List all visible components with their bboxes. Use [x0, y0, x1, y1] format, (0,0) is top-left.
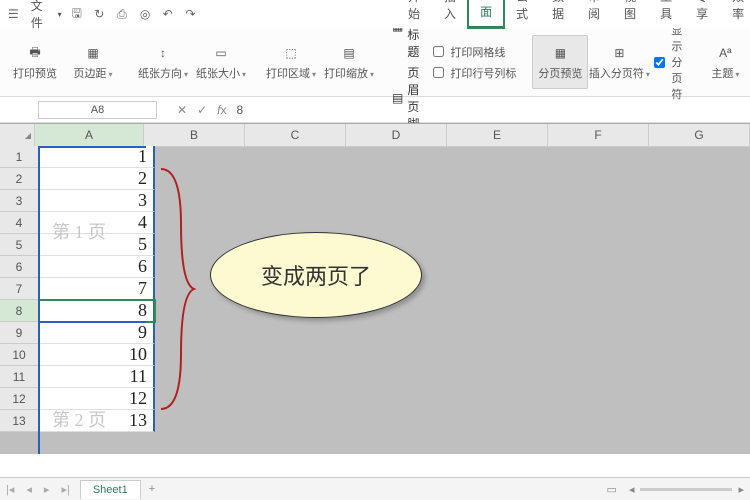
cell-A12[interactable]: 12 — [39, 388, 155, 410]
col-header-A[interactable]: A — [35, 124, 144, 147]
tab-5[interactable]: 审阅 — [576, 0, 612, 28]
row-header[interactable]: 2 — [0, 168, 39, 190]
cell-A11[interactable]: 11 — [39, 366, 155, 388]
chk-show-page-break[interactable]: 显示分页符 — [650, 22, 682, 102]
undo-icon[interactable]: ↶ — [163, 7, 176, 21]
file-menu[interactable]: 文件▾ — [31, 0, 62, 31]
menu-icon[interactable]: ☰ — [8, 7, 21, 21]
col-header-D[interactable]: D — [346, 124, 447, 147]
row-header[interactable]: 12 — [0, 388, 39, 410]
tab-0[interactable]: 开始 — [396, 0, 432, 28]
sheet-nav-first-icon[interactable]: |◂ — [0, 483, 20, 496]
fx-icon[interactable]: fx — [217, 103, 226, 117]
header-footer-button[interactable]: 页眉页脚 — [407, 64, 419, 132]
title-bar: ☰ 文件▾ 🖫 ↻ ⎙ ◎ ↶ ↷ — [0, 0, 206, 28]
row-header[interactable]: 8 — [0, 300, 39, 322]
print-icon[interactable]: ⎙ — [117, 7, 130, 21]
preview-icon[interactable]: ◎ — [140, 7, 153, 21]
tab-2[interactable]: 页面 — [468, 0, 504, 28]
row-header[interactable]: 13 — [0, 410, 39, 432]
ribbon: 🖶打印预览 ▦页边距 ↕纸张方向 ▭纸张大小 ⬚打印区域 ▤打印缩放 ▦打印标题… — [0, 28, 750, 97]
name-box[interactable]: A8 — [38, 101, 157, 119]
col-header-E[interactable]: E — [447, 124, 548, 147]
insert-page-break-button[interactable]: ⊞插入分页符 — [592, 36, 646, 88]
select-all-corner[interactable] — [0, 124, 35, 147]
margins-button[interactable]: ▦页边距 — [66, 36, 120, 88]
row-header[interactable]: 4 — [0, 212, 39, 234]
refresh-icon[interactable]: ↻ — [94, 7, 107, 21]
cell-A5[interactable]: 5 — [39, 234, 155, 256]
row-header[interactable]: 5 — [0, 234, 39, 256]
sheet-nav-prev-icon[interactable]: ◂ — [20, 483, 38, 496]
cell-A2[interactable]: 2 — [39, 168, 155, 190]
scroll-left-icon[interactable]: ◂ — [623, 483, 641, 496]
scroll-right-icon[interactable]: ▸ — [732, 483, 750, 496]
header-footer-icon[interactable]: ▤ — [392, 91, 403, 105]
col-header-F[interactable]: F — [548, 124, 649, 147]
print-area-button[interactable]: ⬚打印区域 — [264, 36, 318, 88]
sheet-nav-last-icon[interactable]: ▸| — [55, 483, 75, 496]
tab-1[interactable]: 插入 — [432, 0, 468, 28]
view-list-icon[interactable]: ▭ — [601, 483, 623, 496]
cell-A4[interactable]: 4 — [39, 212, 155, 234]
tab-6[interactable]: 视图 — [612, 0, 648, 28]
tab-8[interactable]: 会员专享 — [684, 0, 720, 28]
enter-icon[interactable]: ✓ — [197, 103, 207, 117]
cell-A9[interactable]: 9 — [39, 322, 155, 344]
sheet-bar: |◂ ◂ ▸ ▸| Sheet1 + ▭ ◂ ▸ — [0, 477, 750, 500]
sheet-tab[interactable]: Sheet1 — [80, 480, 141, 499]
cell-A3[interactable]: 3 — [39, 190, 155, 212]
row-header[interactable]: 9 — [0, 322, 39, 344]
brace-annotation — [156, 164, 196, 414]
ribbon-tabs: 开始插入页面公式数据审阅视图工具会员专享效率 — [206, 0, 750, 28]
tab-3[interactable]: 公式 — [504, 0, 540, 28]
redo-icon[interactable]: ↷ — [185, 7, 198, 21]
save-icon[interactable]: 🖫 — [72, 7, 85, 21]
chk-rowcol-hdr[interactable]: 打印行号列标 — [429, 64, 516, 81]
col-header-G[interactable]: G — [649, 124, 750, 147]
print-preview-button[interactable]: 🖶打印预览 — [8, 36, 62, 88]
spreadsheet-grid[interactable]: ABCDEFG 11223344556677889910101111121213… — [0, 123, 750, 454]
sheet-nav-next-icon[interactable]: ▸ — [38, 483, 56, 496]
cell-A6[interactable]: 6 — [39, 256, 155, 278]
annotation-callout: 变成两页了 — [210, 232, 422, 318]
orientation-button[interactable]: ↕纸张方向 — [136, 36, 190, 88]
tab-4[interactable]: 数据 — [540, 0, 576, 28]
row-header[interactable]: 11 — [0, 366, 39, 388]
cell-A7[interactable]: 7 — [39, 278, 155, 300]
paper-size-button[interactable]: ▭纸张大小 — [194, 36, 248, 88]
formula-bar[interactable]: 8 — [236, 103, 243, 117]
row-header[interactable]: 6 — [0, 256, 39, 278]
themes-button[interactable]: Aª主题 — [698, 36, 750, 88]
page-break-preview-button[interactable]: ▦分页预览 — [532, 35, 588, 89]
column-headers: ABCDEFG — [0, 124, 750, 146]
cell-A10[interactable]: 10 — [39, 344, 155, 366]
name-box-bar: A8 ✕ ✓ fx 8 — [0, 97, 750, 123]
tab-7[interactable]: 工具 — [648, 0, 684, 28]
row-header[interactable]: 1 — [0, 146, 39, 168]
col-header-B[interactable]: B — [144, 124, 245, 147]
add-sheet-button[interactable]: + — [141, 480, 163, 498]
row-header[interactable]: 3 — [0, 190, 39, 212]
cancel-icon[interactable]: ✕ — [177, 103, 187, 117]
cell-A13[interactable]: 13 — [39, 410, 155, 432]
chk-gridlines[interactable]: 打印网格线 — [429, 43, 516, 60]
cell-A8[interactable]: 8 — [39, 300, 155, 322]
col-header-C[interactable]: C — [245, 124, 346, 147]
row-header[interactable]: 7 — [0, 278, 39, 300]
tab-9[interactable]: 效率 — [720, 0, 750, 28]
cell-A1[interactable]: 1 — [39, 146, 155, 168]
print-scale-button[interactable]: ▤打印缩放 — [322, 36, 376, 88]
row-header[interactable]: 10 — [0, 344, 39, 366]
